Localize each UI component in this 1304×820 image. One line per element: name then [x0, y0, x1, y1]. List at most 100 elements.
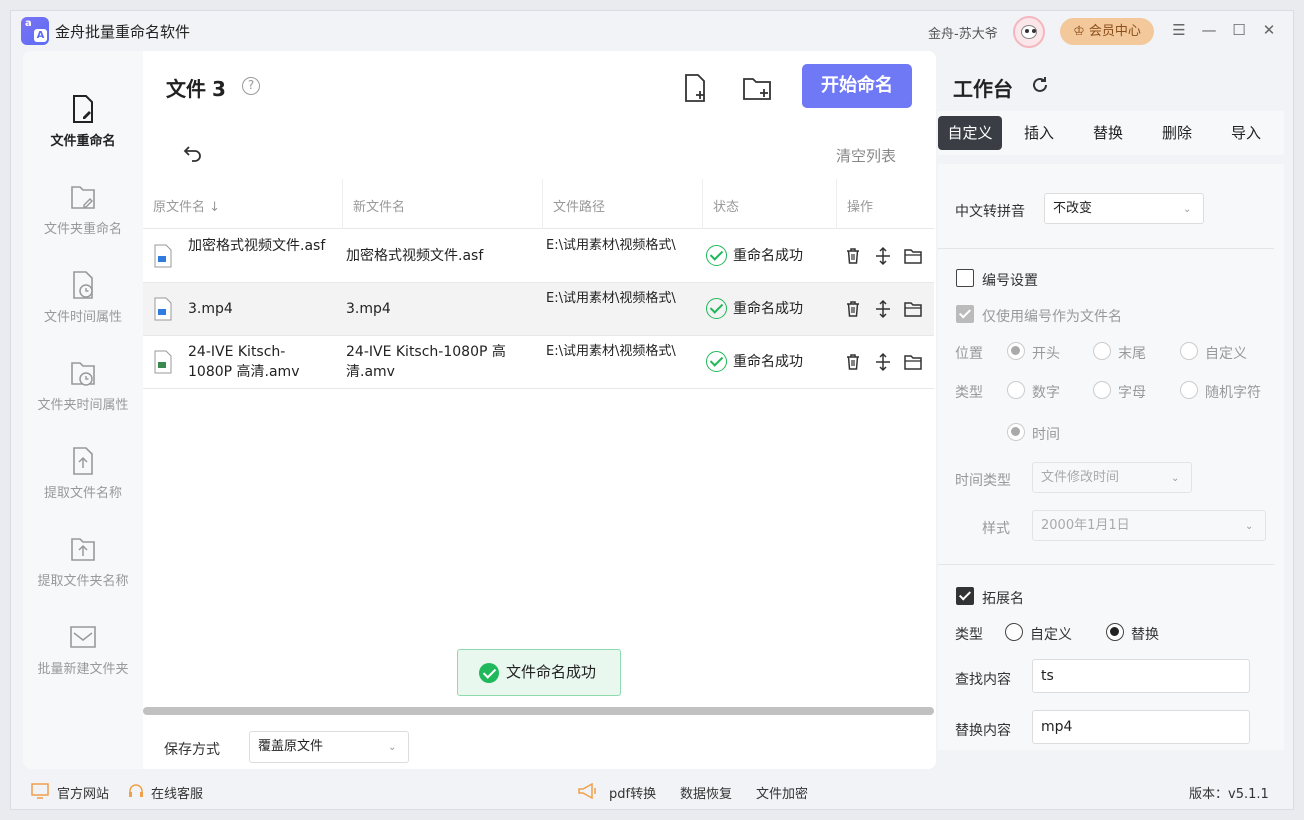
time-type-select[interactable]: 文件修改时间 ⌄ — [1032, 462, 1192, 493]
vip-label: 会员中心 — [1088, 24, 1141, 39]
delete-icon[interactable] — [843, 352, 863, 372]
headset-icon — [129, 784, 143, 797]
ext-replace-label: 替换 — [1131, 627, 1159, 643]
move-icon[interactable] — [873, 352, 893, 372]
position-start-label: 开头 — [1032, 346, 1060, 362]
replace-label: 替换内容 — [955, 723, 1011, 739]
column-header-original[interactable]: 原文件名 ↓ — [153, 196, 220, 215]
data-recovery-link[interactable]: 数据恢复 — [680, 783, 732, 802]
sidebar-item-label: 文件重命名 — [50, 134, 116, 149]
refresh-icon[interactable] — [1030, 75, 1050, 95]
monitor-icon — [31, 783, 49, 799]
help-icon[interactable]: ? — [242, 77, 260, 95]
style-value: 2000年1月1日 — [1041, 518, 1130, 533]
maximize-icon[interactable]: ☐ — [1229, 20, 1249, 40]
tab-delete[interactable]: 删除 — [1145, 116, 1209, 150]
tab-replace[interactable]: 替换 — [1076, 116, 1140, 150]
open-folder-icon[interactable] — [903, 299, 923, 319]
extension-checkbox[interactable] — [956, 587, 974, 605]
service-link[interactable]: 在线客服 — [151, 783, 203, 802]
column-divider — [702, 179, 703, 229]
status-text: 重命名成功 — [733, 354, 803, 370]
only-number-label: 仅使用编号作为文件名 — [982, 309, 1122, 325]
sidebar-item-extract-file[interactable]: 提取文件名称 — [23, 445, 143, 525]
ext-custom-radio[interactable] — [1005, 623, 1023, 641]
column-divider — [542, 179, 543, 229]
delete-icon[interactable] — [843, 246, 863, 266]
table-row[interactable]: 加密格式视频文件.asf 加密格式视频文件.asf E:\试用素材\视频格式\ … — [143, 230, 934, 283]
type-letter-radio[interactable] — [1093, 381, 1111, 399]
vip-center-button[interactable]: ♔ 会员中心 — [1060, 18, 1154, 45]
type-time-label: 时间 — [1032, 427, 1060, 443]
pinyin-select[interactable]: 不改变 ⌄ — [1044, 193, 1204, 224]
pdf-convert-link[interactable]: pdf转换 — [609, 783, 656, 802]
style-select[interactable]: 2000年1月1日 ⌄ — [1032, 510, 1266, 541]
column-label: 原文件名 — [153, 200, 206, 215]
pinyin-label: 中文转拼音 — [955, 204, 1025, 220]
only-number-checkbox[interactable] — [956, 305, 974, 323]
section-divider — [938, 564, 1274, 565]
position-custom-radio[interactable] — [1180, 342, 1198, 360]
open-folder-icon[interactable] — [903, 246, 923, 266]
start-rename-button[interactable]: 开始命名 — [802, 64, 912, 108]
horizontal-scrollbar[interactable] — [143, 707, 934, 715]
original-filename: 24-IVE Kitsch-1080P 高清.amv — [188, 344, 300, 380]
folder-clock-icon — [71, 362, 95, 386]
file-path: E:\试用素材\视频格式\ — [546, 344, 676, 359]
app-title: 金舟批量重命名软件 — [55, 23, 191, 41]
type-number-label: 数字 — [1032, 385, 1060, 401]
workbench-title: 工作台 — [953, 77, 1013, 101]
tab-import[interactable]: 导入 — [1214, 116, 1278, 150]
table-row[interactable]: 3.mp4 3.mp4 E:\试用素材\视频格式\ 重命名成功 — [143, 283, 934, 336]
extension-label: 拓展名 — [982, 591, 1024, 607]
move-icon[interactable] — [873, 299, 893, 319]
user-name[interactable]: 金舟-苏大爷 — [928, 23, 998, 42]
replace-input[interactable]: mp4 — [1032, 710, 1250, 744]
type-number-radio[interactable] — [1007, 381, 1025, 399]
tab-custom[interactable]: 自定义 — [938, 116, 1002, 150]
file-encrypt-link[interactable]: 文件加密 — [756, 783, 808, 802]
menu-icon[interactable]: ☰ — [1169, 20, 1189, 40]
file-path: E:\试用素材\视频格式\ — [546, 291, 676, 306]
website-link[interactable]: 官方网站 — [57, 783, 109, 802]
close-icon[interactable]: ✕ — [1259, 20, 1279, 40]
delete-icon[interactable] — [843, 299, 863, 319]
sidebar-item-label: 文件时间属性 — [43, 310, 122, 325]
clear-list-button[interactable]: 清空列表 — [836, 145, 896, 166]
save-mode-value: 覆盖原文件 — [258, 739, 324, 754]
position-end-radio[interactable] — [1093, 342, 1111, 360]
version-label: 版本：v5.1.1 — [1189, 787, 1269, 802]
type-time-radio[interactable] — [1007, 423, 1025, 441]
tab-insert[interactable]: 插入 — [1007, 116, 1071, 150]
undo-icon[interactable] — [181, 141, 205, 165]
avatar[interactable] — [1013, 16, 1045, 48]
sidebar-item-folder-rename[interactable]: 文件夹重命名 — [23, 181, 143, 261]
sidebar-item-extract-folder[interactable]: 提取文件夹名称 — [23, 533, 143, 613]
type-random-radio[interactable] — [1180, 381, 1198, 399]
video-file-icon — [154, 297, 172, 321]
table-header: 原文件名 ↓ 新文件名 文件路径 状态 操作 — [143, 179, 934, 229]
save-mode-select[interactable]: 覆盖原文件 ⌄ — [249, 731, 409, 763]
position-start-radio[interactable] — [1007, 342, 1025, 360]
chevron-down-icon: ⌄ — [388, 742, 397, 753]
move-icon[interactable] — [873, 246, 893, 266]
ext-type-label: 类型 — [955, 627, 983, 643]
sidebar-item-folder-time[interactable]: 文件夹时间属性 — [23, 357, 143, 437]
find-input[interactable]: ts — [1032, 659, 1250, 693]
file-list-panel: 文件 3 ? 开始命名 清空列表 原文件名 ↓ 新文件名 文件路径 状态 操作 加… — [143, 51, 936, 769]
open-folder-icon[interactable] — [903, 352, 923, 372]
add-folder-icon[interactable] — [740, 71, 774, 105]
sidebar-item-file-time[interactable]: 文件时间属性 — [23, 269, 143, 349]
add-file-icon[interactable] — [678, 71, 712, 105]
sidebar-item-file-rename[interactable]: 文件重命名 — [23, 93, 143, 173]
style-label: 样式 — [982, 521, 1010, 537]
file-edit-icon — [73, 95, 93, 123]
title-text: 文件 — [166, 77, 206, 101]
numbering-checkbox[interactable] — [956, 269, 974, 287]
sidebar-item-batch-folder[interactable]: 批量新建文件夹 — [23, 621, 143, 701]
sort-down-icon[interactable]: ↓ — [209, 200, 220, 215]
minimize-icon[interactable]: — — [1199, 20, 1219, 40]
ext-replace-radio[interactable] — [1106, 623, 1124, 641]
success-icon — [706, 298, 727, 319]
table-row[interactable]: 24-IVE Kitsch-1080P 高清.amv 24-IVE Kitsch… — [143, 336, 934, 389]
